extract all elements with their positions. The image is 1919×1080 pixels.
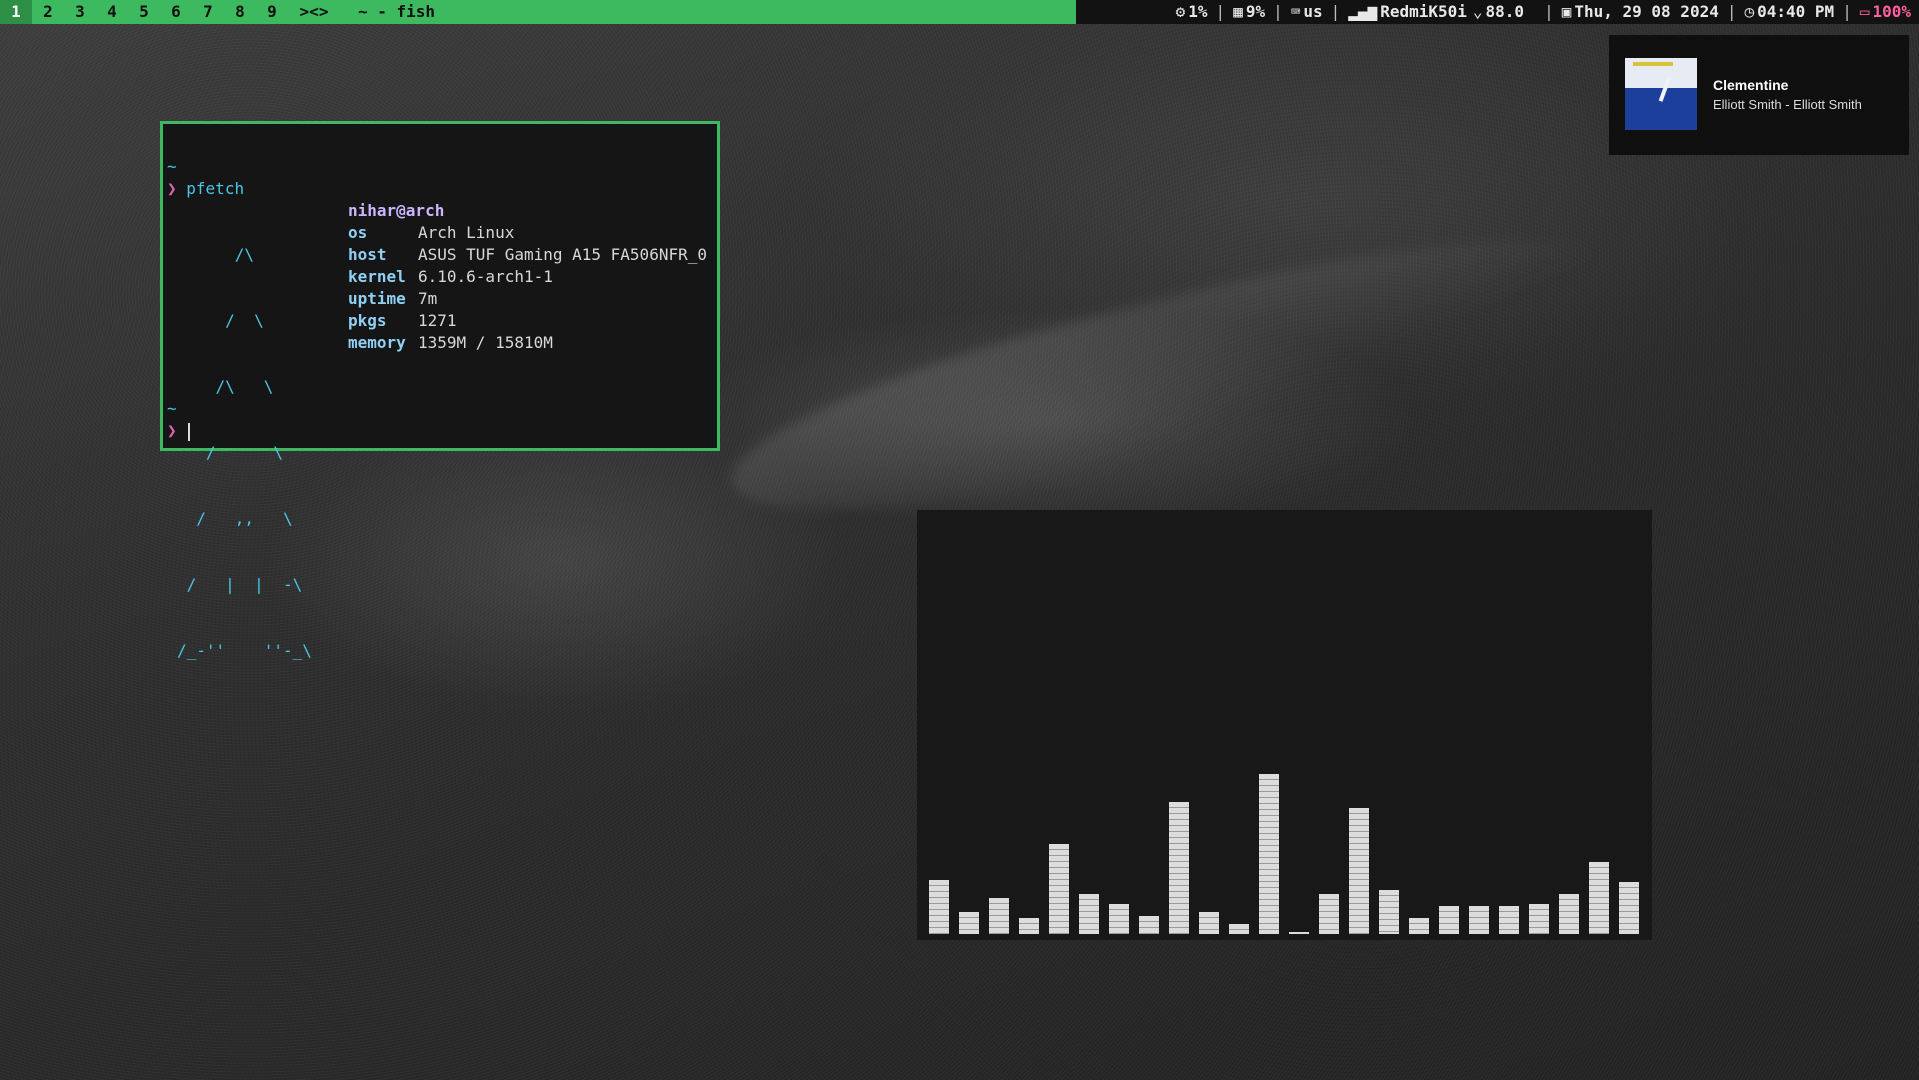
visualizer-bar <box>1589 862 1609 934</box>
visualizer-bar <box>959 912 979 934</box>
prompt-symbol: ❯ <box>167 421 177 440</box>
notification-subtitle: Elliott Smith - Elliott Smith <box>1713 97 1862 112</box>
window-title: ~ - fish <box>358 2 436 21</box>
terminal-window[interactable]: ~ ❯ pfetch /\ / \ /\ \ / \ / ,, \ / | | … <box>160 121 720 660</box>
download-arrow-icon: ⌄ <box>1472 2 1483 21</box>
arch-logo: /\ / \ /\ \ / \ / ,, \ / | | -\ /_-'' ''… <box>177 200 312 706</box>
separator: | <box>1330 2 1341 21</box>
notification-title: Clementine <box>1713 77 1789 93</box>
separator: | <box>1215 2 1226 21</box>
bar-status-section: ⚙ 1% | ▦ 9% | ⌨ us | ▂▄▆ RedmiK50i ⌄ 88.0 | ▣… <box>1076 0 1919 24</box>
workspace-9[interactable]: 9 <box>256 0 288 24</box>
keyboard-layout[interactable]: us <box>1303 0 1322 24</box>
visualizer-bar <box>1619 882 1639 934</box>
logo-line: / ,, \ <box>177 509 293 528</box>
info-pkgs: pkgs 1271 <box>348 311 457 330</box>
visualizer-bar <box>1409 918 1429 934</box>
workspace-5[interactable]: 5 <box>128 0 160 24</box>
visualizer-bar <box>1439 906 1459 934</box>
clock-icon: ◷ <box>1744 2 1755 21</box>
separator: | <box>1273 2 1283 21</box>
prompt-dir-2: ~ <box>167 399 177 418</box>
user-host: nihar@arch <box>348 201 445 220</box>
visualizer-bar <box>1049 844 1069 934</box>
prompt-line: ❯ pfetch <box>167 178 244 200</box>
time[interactable]: 04:40 PM <box>1757 0 1834 24</box>
visualizer-bars <box>929 514 1649 934</box>
info-memory: memory 1359M / 15810M <box>348 333 553 352</box>
command-text: pfetch <box>186 179 245 198</box>
cpu-icon: ⚙ <box>1175 2 1186 21</box>
visualizer-bar <box>1319 894 1339 934</box>
visualizer-bar <box>929 880 949 934</box>
ram-usage: 9% <box>1245 2 1266 21</box>
date[interactable]: Thu, 29 08 2024 <box>1574 0 1719 24</box>
separator: | <box>1726 2 1737 21</box>
audio-visualizer <box>917 510 1652 940</box>
top-bar: 1 2 3 4 5 6 7 8 9 ><> ~ - fish ⚙ 1% | ▦ 9%… <box>0 0 1919 24</box>
visualizer-bar <box>1199 912 1219 934</box>
visualizer-bar <box>1169 802 1189 934</box>
ram-icon: ▦ <box>1233 2 1243 21</box>
info-host: host ASUS TUF Gaming A15 FA506NFR_0 <box>348 245 707 264</box>
separator: | <box>1544 2 1554 21</box>
signal-icon: ▂▄▆ <box>1348 2 1378 21</box>
info-kernel: kernel 6.10.6-arch1-1 <box>348 267 553 286</box>
logo-line: /\ \ <box>177 377 274 396</box>
visualizer-bar <box>1079 894 1099 934</box>
info-uptime: uptime 7m <box>348 289 438 308</box>
logo-line: /_-'' ''-_\ <box>177 641 312 660</box>
workspace-7[interactable]: 7 <box>192 0 224 24</box>
cpu-usage: 1% <box>1188 2 1208 21</box>
logo-line: / | | -\ <box>177 575 303 594</box>
text-cursor <box>188 422 191 441</box>
workspace-1[interactable]: 1 <box>0 0 32 24</box>
workspace-4[interactable]: 4 <box>96 0 128 24</box>
workspace-2[interactable]: 2 <box>32 0 64 24</box>
keyboard-icon: ⌨ <box>1290 2 1301 21</box>
logo-line: / \ <box>177 311 264 330</box>
info-os: os Arch Linux <box>348 223 515 242</box>
workspace-6[interactable]: 6 <box>160 0 192 24</box>
visualizer-bar <box>1259 774 1279 934</box>
workspace-8[interactable]: 8 <box>224 0 256 24</box>
visualizer-bar <box>1109 904 1129 934</box>
wifi-name[interactable]: RedmiK50i <box>1380 0 1467 24</box>
logo-line: /\ <box>177 245 255 264</box>
visualizer-bar <box>1289 932 1309 934</box>
network-speed: 88.0 <box>1485 2 1525 21</box>
visualizer-bar <box>1229 924 1249 934</box>
media-notification[interactable]: Clementine Elliott Smith - Elliott Smith <box>1609 35 1909 155</box>
prompt-symbol: ❯ <box>167 179 177 198</box>
battery-icon: ▭ <box>1859 2 1870 21</box>
battery-level: 100% <box>1872 2 1911 21</box>
calendar-icon: ▣ <box>1561 2 1572 21</box>
layout-indicator[interactable]: ><> <box>288 0 340 24</box>
visualizer-bar <box>1379 890 1399 934</box>
logo-line: / \ <box>177 443 283 462</box>
visualizer-bar <box>1529 904 1549 934</box>
album-art <box>1625 58 1697 130</box>
input-line[interactable]: ❯ <box>167 420 191 442</box>
separator: | <box>1842 2 1852 21</box>
workspace-3[interactable]: 3 <box>64 0 96 24</box>
visualizer-bar <box>1559 894 1579 934</box>
visualizer-bar <box>989 898 1009 934</box>
bar-left-section: 1 2 3 4 5 6 7 8 9 ><> ~ - fish <box>0 0 1076 24</box>
pfetch-info: nihar@arch os Arch Linux host ASUS TUF Gam… <box>348 200 707 354</box>
visualizer-bar <box>1139 916 1159 934</box>
visualizer-bar <box>1349 808 1369 934</box>
visualizer-bar <box>1469 906 1489 934</box>
prompt-dir: ~ <box>167 157 177 176</box>
visualizer-bar <box>1499 906 1519 934</box>
visualizer-bar <box>1019 918 1039 934</box>
